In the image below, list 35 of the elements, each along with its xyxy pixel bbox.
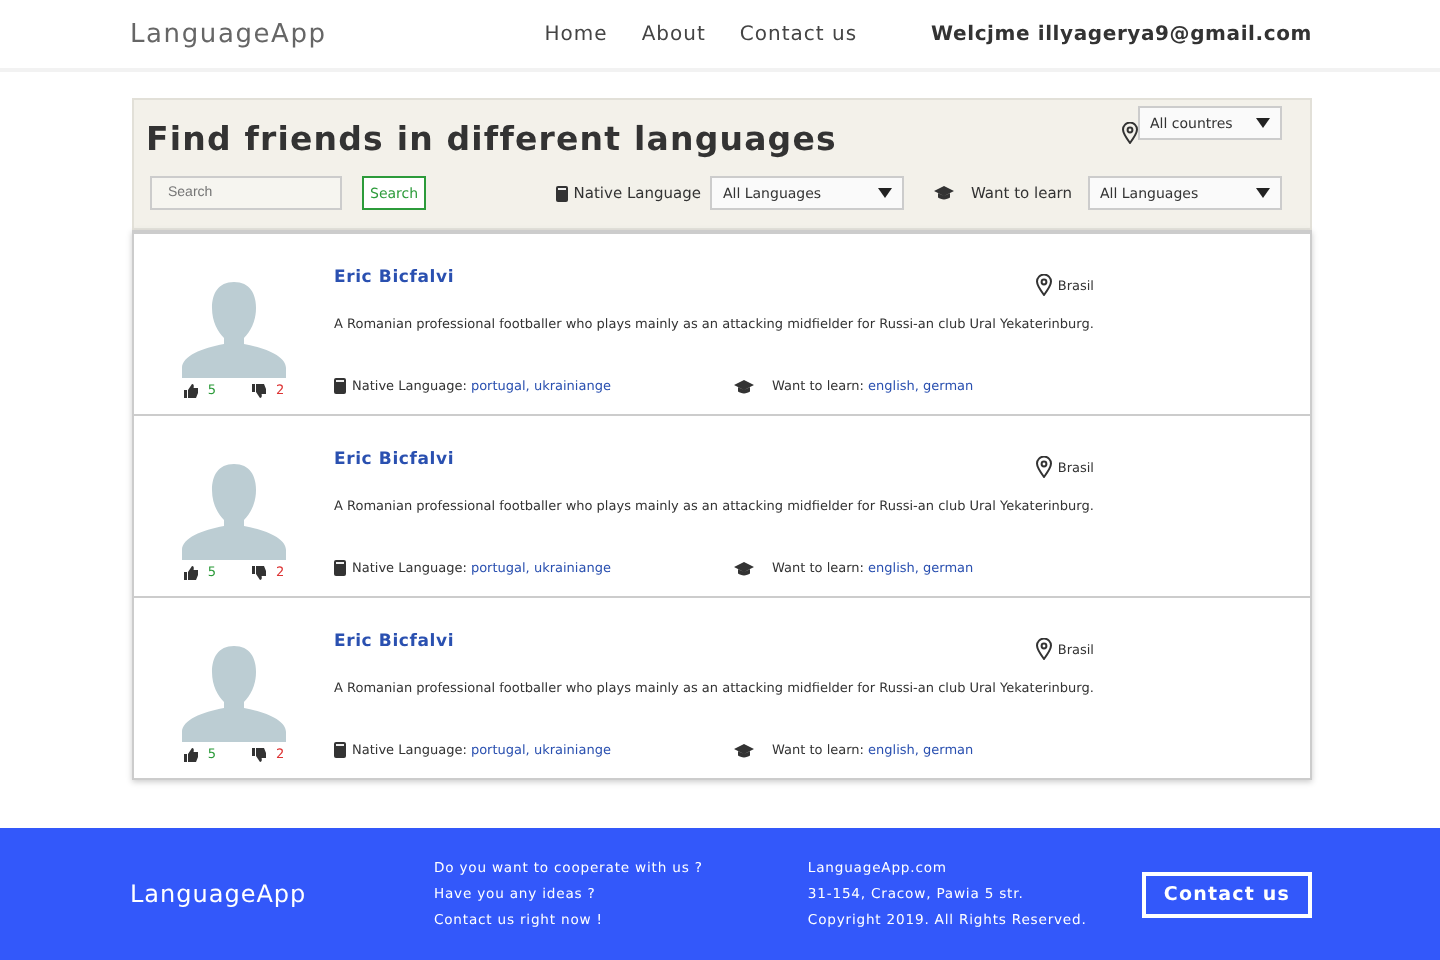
book-icon bbox=[555, 185, 568, 201]
location-pin-icon bbox=[1035, 456, 1052, 478]
book-icon bbox=[334, 742, 346, 758]
nav-link[interactable]: About bbox=[641, 23, 706, 45]
thumbs-down-icon[interactable] bbox=[252, 747, 266, 761]
thumbs-up-icon[interactable] bbox=[183, 565, 198, 579]
graduation-cap-icon bbox=[934, 186, 955, 200]
caret-icon bbox=[878, 188, 893, 198]
location-pin-icon bbox=[1035, 274, 1052, 296]
user-name[interactable]: Eric Bicfalvi bbox=[334, 450, 455, 478]
thumbs-down-icon[interactable] bbox=[252, 383, 266, 397]
avatar-silhouette bbox=[182, 282, 286, 378]
nav-link[interactable]: Contact us bbox=[739, 23, 858, 45]
location-pin-icon bbox=[1035, 638, 1052, 660]
book-icon bbox=[334, 378, 346, 394]
page-title: Find friends in different languages bbox=[146, 120, 839, 158]
avatar-silhouette bbox=[182, 646, 286, 742]
book-icon bbox=[334, 560, 346, 576]
footer-logo[interactable]: LanguageApp bbox=[130, 880, 434, 908]
avatar-silhouette bbox=[182, 464, 286, 560]
graduation-cap-icon bbox=[734, 561, 754, 575]
user-name[interactable]: Eric Bicfalvi bbox=[334, 268, 455, 296]
thumbs-down-icon[interactable] bbox=[252, 565, 266, 579]
graduation-cap-icon bbox=[734, 379, 754, 393]
thumbs-up-icon[interactable] bbox=[183, 383, 198, 397]
welcome-text: Welcjme illyagerya9@gmail.com bbox=[931, 23, 1312, 45]
caret-icon bbox=[1256, 118, 1270, 128]
contact-us-button[interactable]: Contact us bbox=[1141, 871, 1312, 917]
location-pin-icon bbox=[1122, 122, 1138, 144]
graduation-cap-icon bbox=[734, 743, 754, 757]
thumbs-up-icon[interactable] bbox=[183, 747, 198, 761]
nav-link[interactable]: Home bbox=[544, 23, 608, 45]
caret-icon bbox=[1256, 188, 1270, 198]
user-name[interactable]: Eric Bicfalvi bbox=[334, 632, 455, 660]
app-logo[interactable]: LanguageApp bbox=[130, 19, 545, 49]
